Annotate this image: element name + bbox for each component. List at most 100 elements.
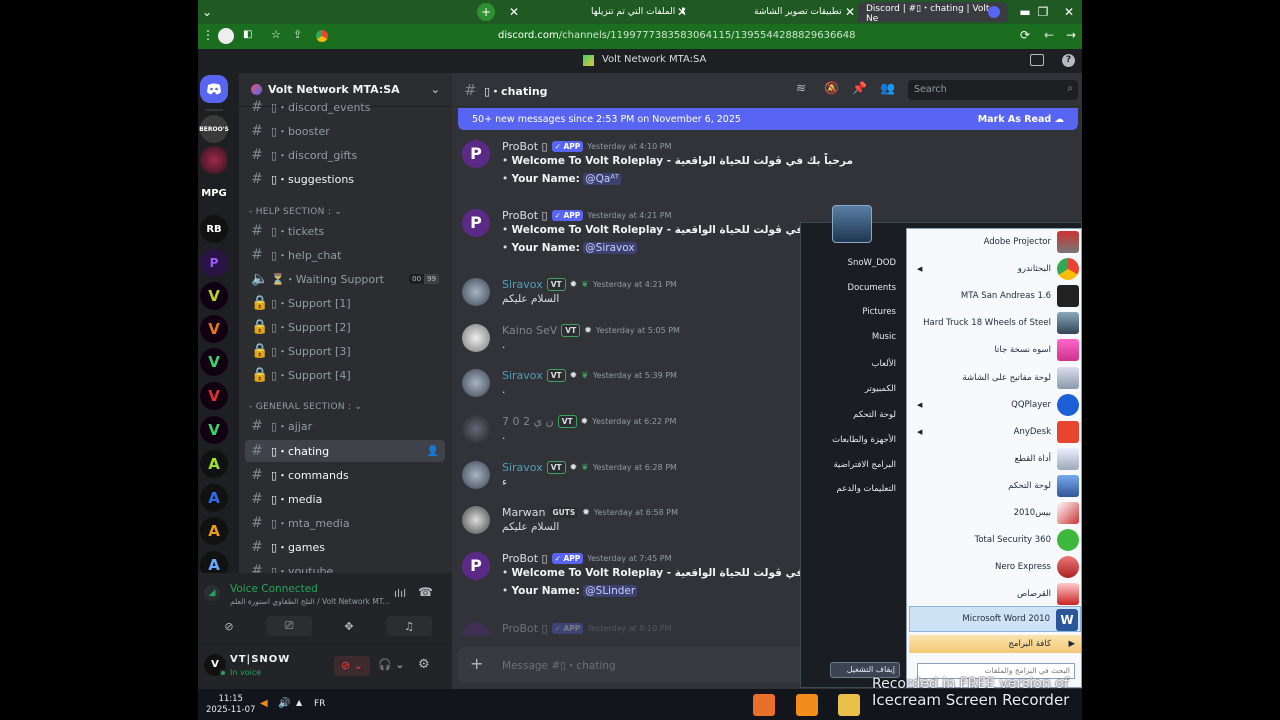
camera-off-button[interactable]: ⊘ bbox=[206, 616, 252, 636]
start-link-help-support[interactable]: التعليمات والدعم bbox=[837, 484, 896, 494]
program-item[interactable]: Nero Express bbox=[909, 554, 1081, 580]
user-mention[interactable]: @SLinder bbox=[583, 585, 638, 597]
tab-close-icon[interactable]: ✕ bbox=[505, 3, 523, 21]
add-member-icon[interactable]: 👤 bbox=[427, 446, 439, 457]
profile-avatar[interactable] bbox=[218, 28, 234, 44]
settings-gear-icon[interactable]: ⚙ bbox=[418, 657, 430, 672]
discord-home-icon[interactable] bbox=[200, 75, 228, 103]
author-name[interactable]: Siravox bbox=[502, 369, 543, 382]
clock[interactable]: 11:15 2025-11-07 bbox=[206, 694, 255, 716]
category-general-section[interactable]: - GENERAL SECTION : ⌄ bbox=[249, 402, 362, 412]
program-item[interactable]: لوحة التحكم bbox=[909, 473, 1081, 499]
member-list-icon[interactable]: 👥 bbox=[880, 81, 895, 95]
minimize-icon[interactable]: ▬ bbox=[1016, 3, 1034, 21]
back-icon[interactable]: → bbox=[1066, 28, 1076, 42]
start-link-pictures[interactable]: Pictures bbox=[862, 307, 896, 317]
explorer-taskbar-icon[interactable] bbox=[838, 694, 860, 716]
start-link-music[interactable]: Music bbox=[872, 332, 896, 342]
url-text[interactable]: discord.com/channels/1199777383583064115… bbox=[498, 30, 855, 41]
mark-as-read-button[interactable]: Mark As Read ☁ bbox=[978, 114, 1064, 125]
tab-screen-capture-apps[interactable]: تطبيقات تصوير الشاشة bbox=[746, 2, 850, 22]
tab-discord[interactable]: Discord | #▯・chating | Volt Ne bbox=[858, 2, 1008, 24]
forward-icon[interactable]: ← bbox=[1044, 28, 1054, 42]
screen-share-button[interactable]: ⎚ bbox=[266, 616, 312, 636]
mute-button[interactable]: ⊘ ⌄ bbox=[334, 656, 370, 676]
star-icon[interactable]: ☆ bbox=[271, 28, 281, 41]
channel-booster[interactable]: # ▯・booster bbox=[245, 120, 445, 142]
voice-status[interactable]: Voice Connected bbox=[230, 583, 318, 595]
server-icon[interactable]: A bbox=[200, 517, 228, 545]
taskbar-app-icon[interactable] bbox=[796, 694, 818, 716]
server-icon-mpg[interactable]: MPG bbox=[200, 179, 228, 207]
user-mention[interactable]: @Siravox bbox=[583, 242, 637, 254]
user-avatar[interactable] bbox=[462, 506, 490, 534]
author-name[interactable]: ProBot ▯ bbox=[502, 622, 548, 635]
start-link-devices-printers[interactable]: الأجهزة والطابعات bbox=[832, 435, 896, 445]
tab-close-icon[interactable]: ✕ bbox=[841, 3, 859, 21]
channel-support-3[interactable]: 🔒 ▯・Support [3] bbox=[245, 340, 445, 362]
program-item[interactable]: MTA San Andreas 1.6 bbox=[909, 283, 1081, 309]
channel-support-2[interactable]: 🔒 ▯・Support [2] bbox=[245, 316, 445, 338]
user-picture[interactable] bbox=[832, 205, 872, 243]
reload-icon[interactable]: ⟳ bbox=[1020, 28, 1030, 42]
program-item-selected[interactable]: Microsoft Word 2010 W bbox=[909, 606, 1081, 632]
deafen-button[interactable]: 🎧 ⌄ bbox=[378, 658, 404, 671]
author-name[interactable]: Kaino SeV bbox=[502, 324, 557, 337]
server-icon[interactable]: A bbox=[200, 450, 228, 478]
share-icon[interactable]: ⇪ bbox=[293, 28, 302, 41]
channel-games[interactable]: # ▯・games bbox=[245, 536, 445, 558]
program-item[interactable]: اسوه نسخة جاتا bbox=[909, 337, 1081, 363]
message[interactable]: P ProBot ▯ ✓ APP Yesterday at 4:10 PM • … bbox=[462, 140, 1062, 200]
program-item[interactable]: Total Security 360 bbox=[909, 527, 1081, 553]
channel-mta-media[interactable]: # ▯・mta_media bbox=[245, 512, 445, 534]
recorder-taskbar-icon[interactable] bbox=[753, 694, 775, 716]
tray-arrow-icon[interactable]: ▲ bbox=[296, 698, 302, 707]
user-avatar[interactable] bbox=[462, 278, 490, 306]
start-link-documents[interactable]: Documents bbox=[848, 283, 896, 293]
flag-icon[interactable]: ◀ bbox=[260, 698, 268, 709]
program-item[interactable]: لوحة مفاتيح على الشاشة bbox=[909, 365, 1081, 391]
help-icon[interactable]: ? bbox=[1062, 54, 1075, 67]
program-item[interactable]: أداة القطع bbox=[909, 446, 1081, 472]
noise-suppression-icon[interactable]: ılıl bbox=[394, 587, 406, 600]
restore-icon[interactable]: ❐ bbox=[1034, 3, 1052, 21]
signal-icon[interactable]: ◢ bbox=[204, 585, 220, 601]
search-input[interactable]: Search ⌕ bbox=[908, 80, 1078, 100]
user-avatar[interactable] bbox=[462, 324, 490, 352]
channel-tickets[interactable]: # ▯・tickets bbox=[245, 220, 445, 242]
activities-button[interactable]: ✥ bbox=[326, 616, 372, 636]
probot-avatar[interactable]: P bbox=[462, 140, 490, 168]
channel-ajjar[interactable]: # ▯・ajjar bbox=[245, 415, 445, 437]
start-link-computer[interactable]: الكمبيوتر bbox=[865, 384, 896, 394]
threads-icon[interactable]: ≋ bbox=[796, 81, 806, 95]
server-icon[interactable]: P bbox=[200, 249, 228, 277]
channel-discord-events[interactable]: # ▯・discord_events bbox=[245, 97, 445, 117]
soundboard-button[interactable]: ♫ bbox=[386, 616, 432, 636]
server-icon[interactable]: BEROO'S bbox=[199, 115, 229, 143]
user-avatar[interactable] bbox=[462, 415, 490, 443]
tab-close-icon[interactable]: ✕ bbox=[673, 3, 691, 21]
username[interactable]: VT|SNOW bbox=[230, 654, 290, 665]
program-item[interactable]: Hard Truck 18 Wheels of Steel bbox=[909, 310, 1081, 336]
tab-search-chevron-icon[interactable]: ⌄ bbox=[198, 3, 216, 21]
probot-avatar[interactable]: P bbox=[462, 209, 490, 237]
channel-help-chat[interactable]: # ▯・help_chat bbox=[245, 244, 445, 266]
author-name[interactable]: Siravox bbox=[502, 461, 543, 474]
channel-media[interactable]: # ▯・media bbox=[245, 488, 445, 510]
all-programs-button[interactable]: كافة البرامج ▶ bbox=[909, 635, 1081, 653]
author-name[interactable]: Siravox bbox=[502, 278, 543, 291]
server-icon[interactable]: V bbox=[200, 315, 228, 343]
probot-avatar[interactable]: P bbox=[462, 552, 490, 580]
author-name[interactable]: ProBot ▯ bbox=[502, 140, 548, 153]
new-tab-button[interactable]: + bbox=[477, 3, 495, 21]
server-icon[interactable]: RB bbox=[200, 215, 228, 243]
volume-icon[interactable]: 🔊 bbox=[278, 698, 290, 709]
program-item[interactable]: القرصاص bbox=[909, 581, 1081, 607]
server-icon[interactable]: A bbox=[200, 484, 228, 512]
user-mention[interactable]: @Qaᴬᵀ bbox=[583, 173, 621, 185]
program-item[interactable]: ◀ AnyDesk bbox=[909, 419, 1081, 445]
server-icon[interactable]: V bbox=[200, 416, 228, 444]
voice-channel-name[interactable]: التلج الطقاوي استورة العلم / Volt Networ… bbox=[230, 597, 390, 606]
start-link-games[interactable]: الألعاب bbox=[872, 359, 897, 369]
notifications-muted-icon[interactable]: 🔕 bbox=[824, 81, 839, 95]
